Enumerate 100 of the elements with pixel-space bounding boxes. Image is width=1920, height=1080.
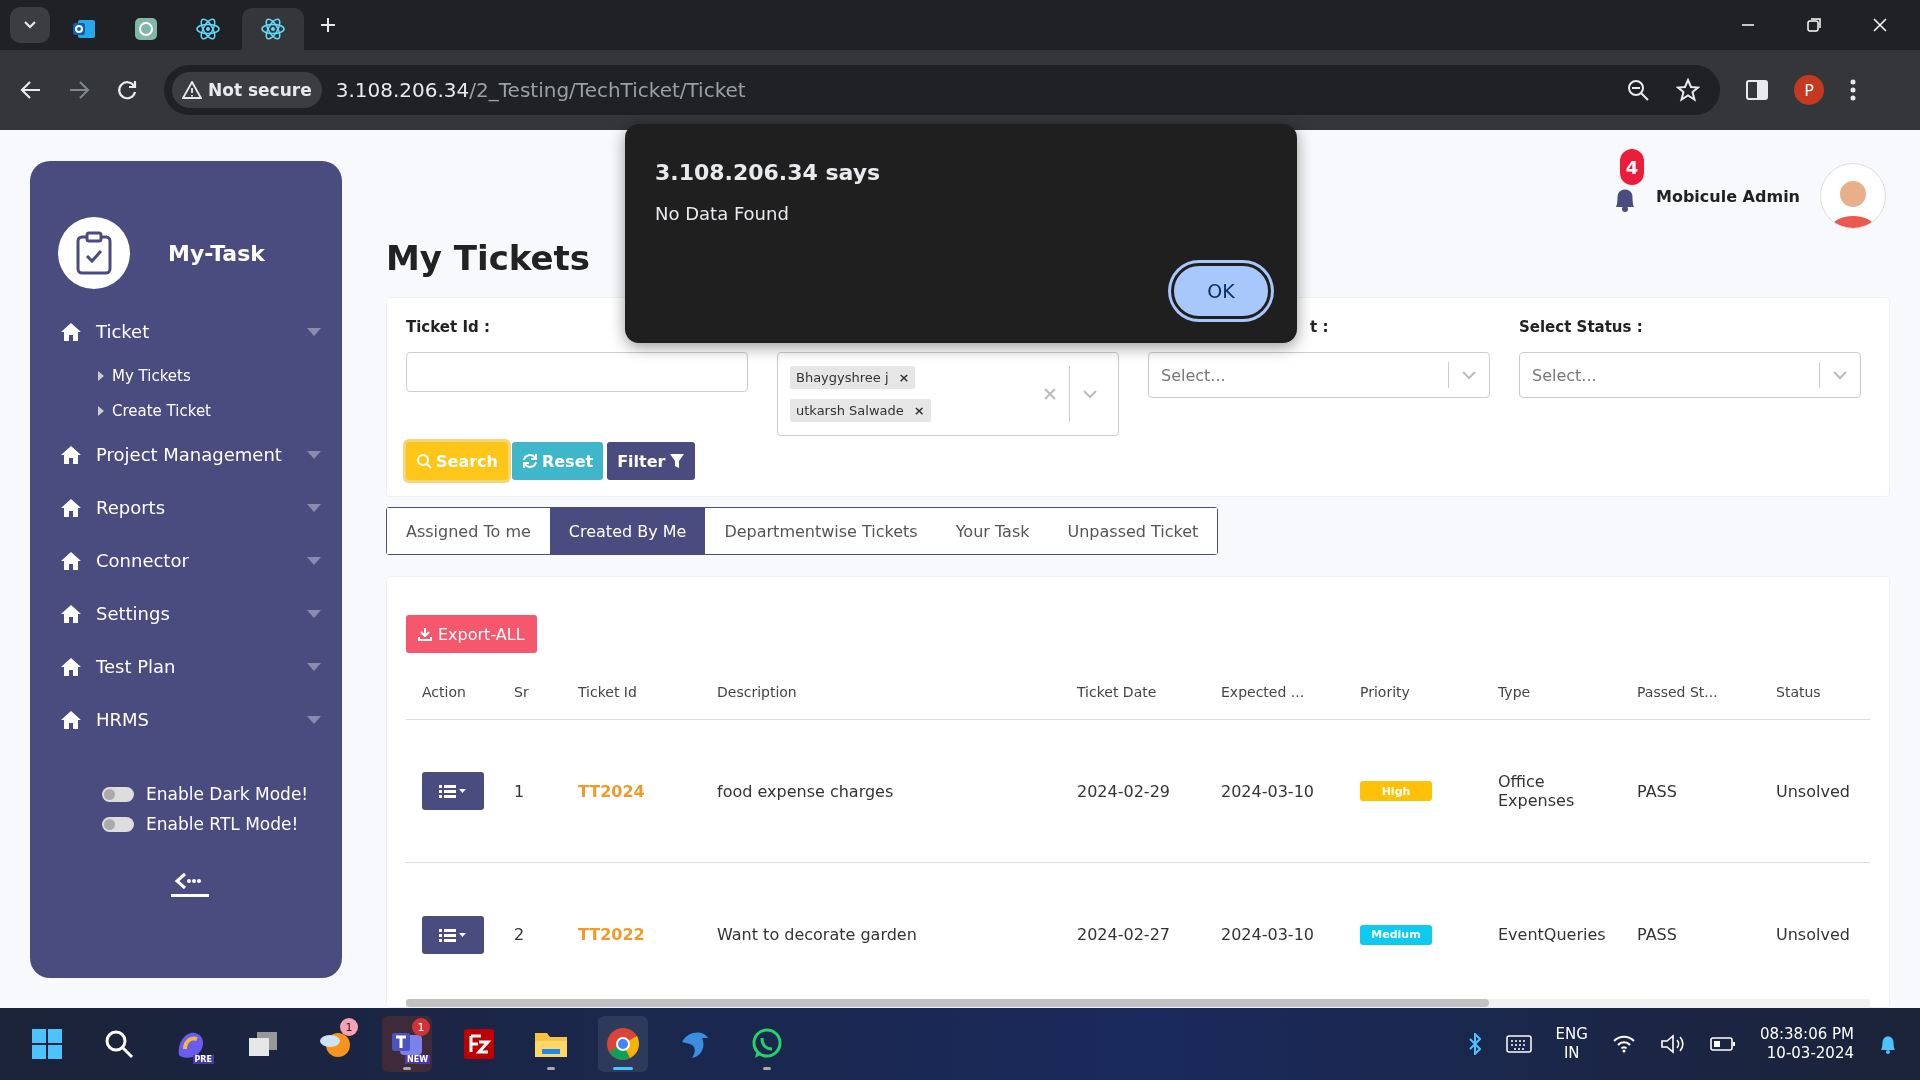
assignee-chip[interactable]: Bhaygyshree j ×: [790, 366, 916, 389]
chip-label: utkarsh Salwade: [796, 403, 904, 418]
taskbar-app[interactable]: PRE: [166, 1016, 216, 1072]
column-header[interactable]: Type: [1482, 665, 1621, 720]
assignee-multiselect[interactable]: Bhaygyshree j × utkarsh Salwade ×: [777, 352, 1119, 436]
close-icon[interactable]: [1872, 17, 1888, 33]
atom-icon: [260, 17, 286, 41]
language-indicator[interactable]: ENG IN: [1555, 1024, 1588, 1064]
dropdown-caret-icon[interactable]: [306, 449, 322, 460]
tab[interactable]: Departmentwise Tickets: [705, 508, 937, 554]
forward-icon[interactable]: [68, 80, 90, 100]
user-name: Mobicule Admin: [1656, 186, 1800, 206]
browser-tab[interactable]: [242, 8, 304, 50]
column-header[interactable]: Description: [701, 665, 1061, 720]
toggle-switch[interactable]: [102, 816, 134, 832]
table-cell-text: Office Expenses: [1498, 772, 1576, 810]
clock[interactable]: 08:38:06 PM 10-03-2024: [1759, 1024, 1854, 1064]
profile-button[interactable]: P: [1794, 75, 1824, 105]
status-dropdown[interactable]: Select...: [1519, 352, 1861, 398]
field-label: Select Status :: [1519, 318, 1644, 338]
nav-subitem[interactable]: Create Ticket: [58, 393, 322, 428]
column-header[interactable]: Status: [1760, 665, 1870, 720]
table-cell: Want to decorate garden: [717, 925, 917, 944]
dialog-message: No Data Found: [655, 203, 790, 224]
dropdown-caret-icon[interactable]: [306, 326, 322, 337]
wifi-icon[interactable]: [1611, 1035, 1636, 1053]
bluetooth-icon[interactable]: [1467, 1033, 1482, 1055]
nav-subitem[interactable]: My Tickets: [58, 358, 322, 393]
reload-icon[interactable]: [116, 79, 138, 101]
back-icon[interactable]: [20, 80, 42, 100]
side-panel-icon[interactable]: [1746, 80, 1768, 100]
dropdown-caret-icon[interactable]: [306, 502, 322, 513]
horizontal-scrollbar[interactable]: [406, 999, 1870, 1007]
column-header[interactable]: Passed St...: [1621, 665, 1760, 720]
whatsapp-logo-icon: [751, 1028, 783, 1060]
column-header[interactable]: Expected ...: [1205, 665, 1344, 720]
dialog-title: 3.108.206.34 says: [655, 160, 882, 185]
search-icon: [416, 453, 432, 469]
action-menu-button[interactable]: [422, 772, 484, 810]
tab[interactable]: Assigned To me: [387, 508, 550, 554]
dropdown-caret-icon[interactable]: [306, 608, 322, 619]
caret-right-icon: [98, 405, 104, 416]
collapse-arrow-icon[interactable]: [169, 870, 211, 898]
address-bar[interactable]: Not secure 3.108.206.34/2_Testing/TechTicket/Ticket: [164, 65, 1720, 115]
star-icon[interactable]: [1676, 78, 1700, 102]
search-icon: [104, 1029, 134, 1059]
nav-item[interactable]: Connector: [58, 534, 322, 587]
home-icon: [60, 444, 82, 465]
assignee-chip[interactable]: utkarsh Salwade ×: [790, 399, 931, 422]
notification-count: 4: [1620, 149, 1644, 185]
notification-bell-icon[interactable]: [1878, 1033, 1898, 1055]
security-chip[interactable]: Not secure: [172, 72, 322, 108]
keyboard-icon[interactable]: [1505, 1035, 1532, 1053]
dropdown-caret-icon[interactable]: [306, 555, 322, 566]
funnel-icon: [669, 453, 686, 469]
toggle-label: Enable Dark Mode!: [146, 784, 309, 804]
dropdown-caret-icon[interactable]: [306, 661, 322, 672]
column-header[interactable]: Ticket Id: [562, 665, 701, 720]
column-header[interactable]: Ticket Date: [1061, 665, 1205, 720]
select-dropdown[interactable]: Select...: [1148, 352, 1490, 398]
battery-icon[interactable]: [1709, 1036, 1736, 1052]
column-header[interactable]: Priority: [1344, 665, 1482, 720]
taskbar-app[interactable]: 1: [310, 1016, 360, 1072]
nav-item[interactable]: Test Plan: [58, 640, 322, 693]
ftp-app-icon: [463, 1028, 495, 1060]
nav-item[interactable]: Reports: [58, 481, 322, 534]
nav-item[interactable]: Project Management: [58, 428, 322, 481]
column-header[interactable]: Action: [406, 665, 498, 720]
warning-icon: [182, 81, 202, 99]
running-indicator: [613, 1067, 633, 1070]
zoom-icon[interactable]: [1626, 78, 1650, 102]
dropdown-caret-icon[interactable]: [306, 714, 322, 725]
nav-item[interactable]: Settings: [58, 587, 322, 640]
tab[interactable]: Your Task: [936, 508, 1049, 554]
column-header[interactable]: Sr: [498, 665, 562, 720]
filter-button[interactable]: Filter: [607, 442, 696, 480]
caret-right-icon: [98, 370, 104, 381]
home-icon: [60, 709, 82, 730]
nav-item[interactable]: HRMS: [58, 693, 322, 746]
tab[interactable]: Unpassed Ticket: [1048, 508, 1218, 554]
ok-button[interactable]: OK: [1171, 263, 1271, 319]
tab-search-button[interactable]: [10, 7, 50, 43]
restore-icon[interactable]: [1806, 17, 1822, 33]
table-cell: PASS: [1637, 781, 1677, 801]
remove-chip-button[interactable]: ×: [913, 403, 925, 418]
nav-item[interactable]: Ticket: [58, 305, 322, 358]
running-indicator: [547, 1067, 555, 1070]
toggle-switch[interactable]: [102, 786, 134, 802]
volume-icon[interactable]: [1659, 1034, 1686, 1054]
taskbar-app[interactable]: [598, 1016, 648, 1072]
taskbar-app[interactable]: NEW 1: [382, 1016, 432, 1072]
more-icon[interactable]: [1850, 79, 1856, 101]
new-tab-icon[interactable]: [320, 17, 336, 33]
remove-chip-button[interactable]: ×: [898, 370, 910, 385]
tab[interactable]: Created By Me: [549, 508, 706, 554]
action-menu-button[interactable]: [422, 915, 484, 954]
ticket-id-input[interactable]: [406, 352, 748, 392]
app-badge: 1: [412, 1018, 430, 1036]
app-tag: NEW: [405, 1055, 430, 1064]
atom-icon: [195, 17, 221, 41]
